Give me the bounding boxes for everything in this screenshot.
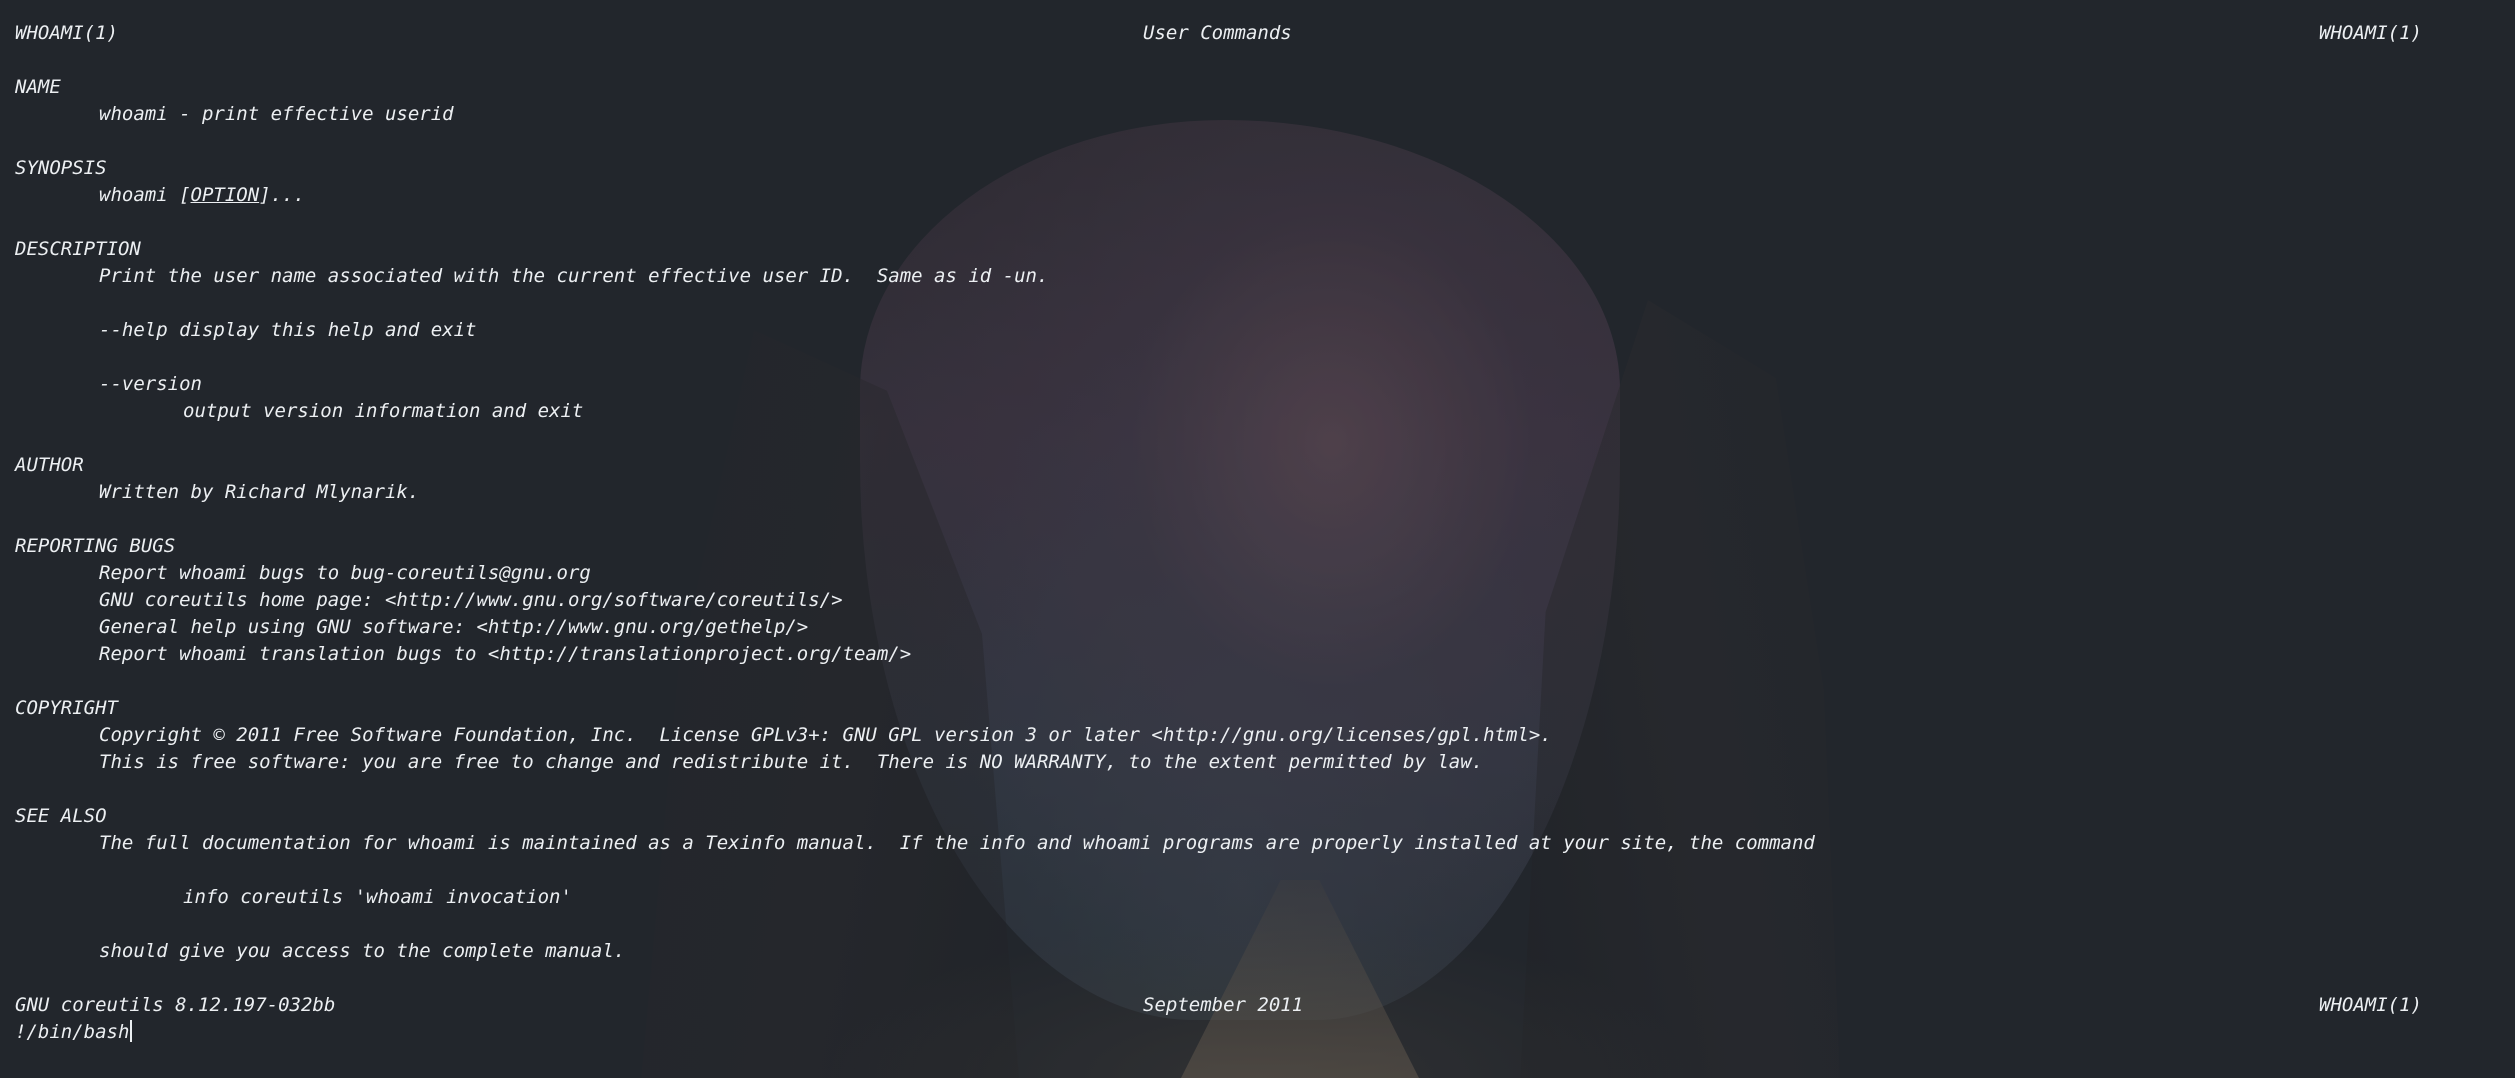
reporting-bugs-line: GNU coreutils home page: <http://www.gnu… <box>99 589 843 611</box>
description-text: Print the user name associated with the … <box>99 265 1049 287</box>
see-also-command: info coreutils 'whoami invocation' <box>183 886 572 908</box>
name-text: whoami - print effective userid <box>99 103 454 125</box>
description-help-option: --help display this help and exit <box>99 319 477 341</box>
section-heading-name: NAME <box>15 76 61 98</box>
see-also-text: The full documentation for whoami is mai… <box>99 832 1815 854</box>
section-heading-synopsis: SYNOPSIS <box>15 157 107 179</box>
synopsis-option: OPTION <box>190 184 260 206</box>
footer-right: WHOAMI(1) <box>2319 994 2422 1016</box>
prompt-input-text[interactable]: !/bin/bash <box>15 1021 129 1043</box>
reporting-bugs-line: Report whoami bugs to bug-coreutils@gnu.… <box>99 562 591 584</box>
header-center: User Commands <box>1143 22 1292 44</box>
section-heading-copyright: COPYRIGHT <box>15 697 118 719</box>
description-version-desc: output version information and exit <box>183 400 584 422</box>
synopsis-rest: ]... <box>259 184 305 206</box>
reporting-bugs-line: Report whoami translation bugs to <http:… <box>99 643 912 665</box>
command-prompt-line[interactable]: !/bin/bash <box>15 1019 133 1046</box>
copyright-line: Copyright © 2011 Free Software Foundatio… <box>99 724 1552 746</box>
section-heading-author: AUTHOR <box>15 454 84 476</box>
description-version-flag: --version <box>99 373 202 395</box>
text-cursor <box>130 1020 133 1042</box>
footer-center: September 2011 <box>1143 994 1304 1016</box>
reporting-bugs-line: General help using GNU software: <http:/… <box>99 616 809 638</box>
section-heading-reporting-bugs: REPORTING BUGS <box>15 535 176 557</box>
see-also-closing: should give you access to the complete m… <box>99 940 626 962</box>
synopsis-line: whoami [OPTION]... <box>99 182 305 209</box>
footer-left: GNU coreutils 8.12.197-032bb <box>15 994 336 1016</box>
author-text: Written by Richard Mlynarik. <box>99 481 420 503</box>
header-right: WHOAMI(1) <box>2319 22 2422 44</box>
copyright-line: This is free software: you are free to c… <box>99 751 1484 773</box>
synopsis-command: whoami [ <box>99 184 191 206</box>
terminal-window[interactable]: WHOAMI(1) User Commands WHOAMI(1) NAME w… <box>0 0 2515 1078</box>
section-heading-description: DESCRIPTION <box>15 238 141 260</box>
header-left: WHOAMI(1) <box>15 22 118 44</box>
section-heading-see-also: SEE ALSO <box>15 805 107 827</box>
